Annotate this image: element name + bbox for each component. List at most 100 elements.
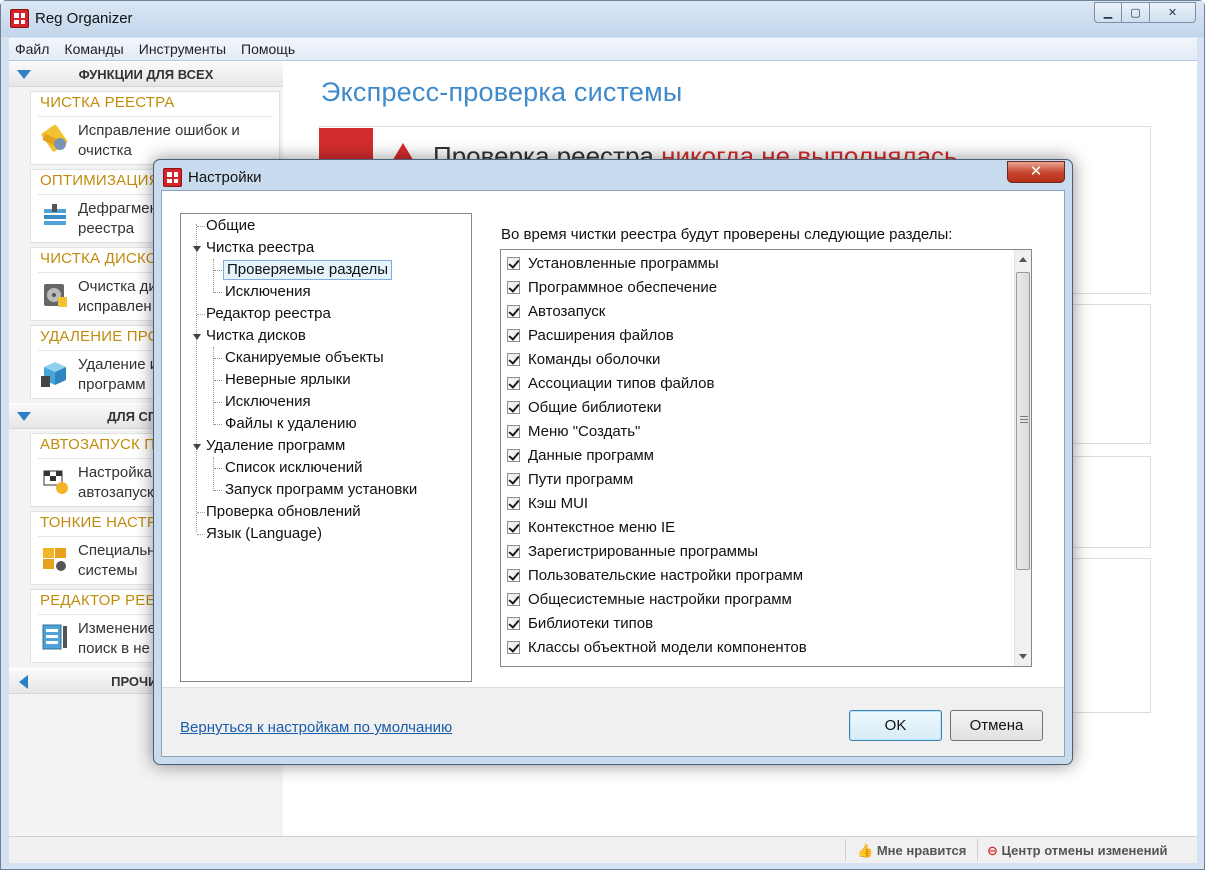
section-label: Установленные программы [528, 255, 719, 272]
section-label: Пути программ [528, 471, 634, 488]
expand-triangle-icon [19, 675, 28, 689]
checkbox-checked-icon[interactable] [507, 401, 520, 414]
uninstall-box-icon [41, 362, 66, 387]
undo-center-label: Центр отмены изменений [1001, 843, 1168, 858]
autorun-flag-icon [43, 470, 68, 494]
tree-item-run-installers[interactable]: Запуск программ установки [225, 480, 417, 500]
like-button[interactable]: 👍 Мне нравится [857, 843, 966, 859]
menu-help[interactable]: Помощь [241, 41, 295, 57]
main-scrollbar[interactable] [1189, 61, 1197, 836]
checkbox-checked-icon[interactable] [507, 257, 520, 270]
card-title: ОПТИМИЗАЦИЯ [40, 172, 160, 189]
title-bar[interactable]: Reg Organizer ▁ ▢ ✕ [1, 1, 1204, 37]
tree-item-disk-cleaning[interactable]: Чистка дисков [206, 326, 306, 346]
checkbox-checked-icon[interactable] [507, 473, 520, 486]
settings-dialog: Настройки ✕ Общие Чистка реестра Проверя… [153, 159, 1073, 765]
sections-caption: Во время чистки реестра будут проверены … [501, 226, 953, 243]
tree-expand-arrow-icon[interactable] [193, 334, 201, 340]
tree-item-registry-cleaning[interactable]: Чистка реестра [206, 238, 314, 258]
checkbox-checked-icon[interactable] [507, 497, 520, 510]
tree-connector [197, 512, 205, 513]
maximize-button[interactable]: ▢ [1122, 2, 1150, 23]
section-label: Автозапуск [528, 303, 606, 320]
tree-connector [214, 402, 222, 403]
section-label: Классы объектной модели компонентов [528, 639, 807, 656]
checkbox-checked-icon[interactable] [507, 593, 520, 606]
checkbox-checked-icon[interactable] [507, 353, 520, 366]
close-button[interactable]: ✕ [1150, 2, 1196, 23]
tree-item-registry-exclusions[interactable]: Исключения [225, 282, 311, 302]
checkbox-checked-icon[interactable] [507, 281, 520, 294]
card-title: ТОНКИЕ НАСТР [40, 514, 158, 531]
collapse-triangle-icon [17, 70, 31, 79]
tree-item-checked-sections[interactable]: Проверяемые разделы [223, 260, 393, 280]
section-label: Контекстное меню IE [528, 519, 676, 536]
sidebar-section-label: ФУНКЦИИ ДЛЯ ВСЕХ [78, 67, 214, 82]
sidebar-section-for-all[interactable]: ФУНКЦИИ ДЛЯ ВСЕХ [9, 61, 283, 87]
ok-button[interactable]: OK [849, 710, 942, 741]
section-label: Команды оболочки [528, 351, 661, 368]
checkbox-checked-icon[interactable] [507, 545, 520, 558]
tree-expand-arrow-icon[interactable] [193, 246, 201, 252]
card-title: УДАЛЕНИЕ ПРО [40, 328, 160, 345]
tree-connector [197, 534, 205, 535]
menu-bar: Файл Команды Инструменты Помощь [9, 38, 1197, 61]
card-title: РЕДАКТОР РЕЕ [40, 592, 156, 609]
section-label: Зарегистрированные программы [528, 543, 759, 560]
disk-cleanup-icon [44, 284, 67, 307]
tree-item-scanned-objects[interactable]: Сканируемые объекты [225, 348, 384, 368]
tree-expand-arrow-icon[interactable] [193, 444, 201, 450]
tree-connector [214, 468, 222, 469]
collapse-triangle-icon [17, 412, 31, 421]
card-title: ЧИСТКА ДИСКО [40, 250, 158, 267]
section-label: Кэш MUI [528, 495, 589, 512]
section-label: Общесистемные настройки программ [528, 591, 792, 608]
section-label: Меню "Создать" [528, 423, 641, 440]
menu-file[interactable]: Файл [15, 41, 49, 57]
undo-icon: ⊖ [987, 843, 998, 858]
tree-connector [213, 457, 214, 491]
section-label: Расширения файлов [528, 327, 674, 344]
tree-connector [214, 380, 222, 381]
tree-connector [197, 226, 205, 227]
tree-item-uninstall[interactable]: Удаление программ [206, 436, 345, 456]
scroll-up-arrow-icon[interactable] [1019, 257, 1027, 262]
checklist-scrollbar[interactable] [1014, 250, 1031, 666]
cancel-button[interactable]: Отмена [950, 710, 1043, 741]
dialog-app-icon [163, 168, 182, 187]
menu-commands[interactable]: Команды [64, 41, 123, 57]
tree-item-disk-exclusions[interactable]: Исключения [225, 392, 311, 412]
app-icon [10, 9, 29, 28]
window-controls: ▁ ▢ ✕ [1094, 2, 1196, 23]
checkbox-checked-icon[interactable] [507, 305, 520, 318]
checkbox-checked-icon[interactable] [507, 329, 520, 342]
tree-item-registry-editor[interactable]: Редактор реестра [206, 304, 331, 324]
checkbox-checked-icon[interactable] [507, 617, 520, 630]
sidebar-card-registry-cleaning[interactable]: ЧИСТКА РЕЕСТРА Исправление ошибок и очис… [30, 91, 280, 165]
tree-item-files-to-delete[interactable]: Файлы к удалению [225, 414, 357, 434]
minimize-button[interactable]: ▁ [1094, 2, 1122, 23]
like-label: Мне нравится [876, 843, 967, 858]
grip-icon [1020, 416, 1028, 423]
undo-center-button[interactable]: ⊖ Центр отмены изменений [987, 843, 1167, 859]
menu-tools[interactable]: Инструменты [139, 41, 226, 57]
tree-item-exclusion-list[interactable]: Список исключений [225, 458, 363, 478]
scrollbar-thumb[interactable] [1016, 272, 1030, 570]
checkbox-checked-icon[interactable] [507, 425, 520, 438]
scroll-down-arrow-icon[interactable] [1019, 654, 1027, 659]
tree-item-language[interactable]: Язык (Language) [206, 524, 322, 544]
status-separator [845, 839, 846, 861]
section-label: Программное обеспечение [528, 279, 718, 296]
checkbox-checked-icon[interactable] [507, 377, 520, 390]
dialog-close-button[interactable]: ✕ [1007, 161, 1065, 183]
reset-defaults-link[interactable]: Вернуться к настройкам по умолчанию [180, 719, 452, 736]
tree-item-invalid-shortcuts[interactable]: Неверные ярлыки [225, 370, 351, 390]
tree-connector [196, 224, 197, 532]
tree-item-general[interactable]: Общие [206, 216, 255, 236]
tree-item-update-check[interactable]: Проверка обновлений [206, 502, 361, 522]
checkbox-checked-icon[interactable] [507, 449, 520, 462]
checkbox-checked-icon[interactable] [507, 641, 520, 654]
card-title: ЧИСТКА РЕЕСТРА [40, 94, 175, 111]
checkbox-checked-icon[interactable] [507, 569, 520, 582]
checkbox-checked-icon[interactable] [507, 521, 520, 534]
